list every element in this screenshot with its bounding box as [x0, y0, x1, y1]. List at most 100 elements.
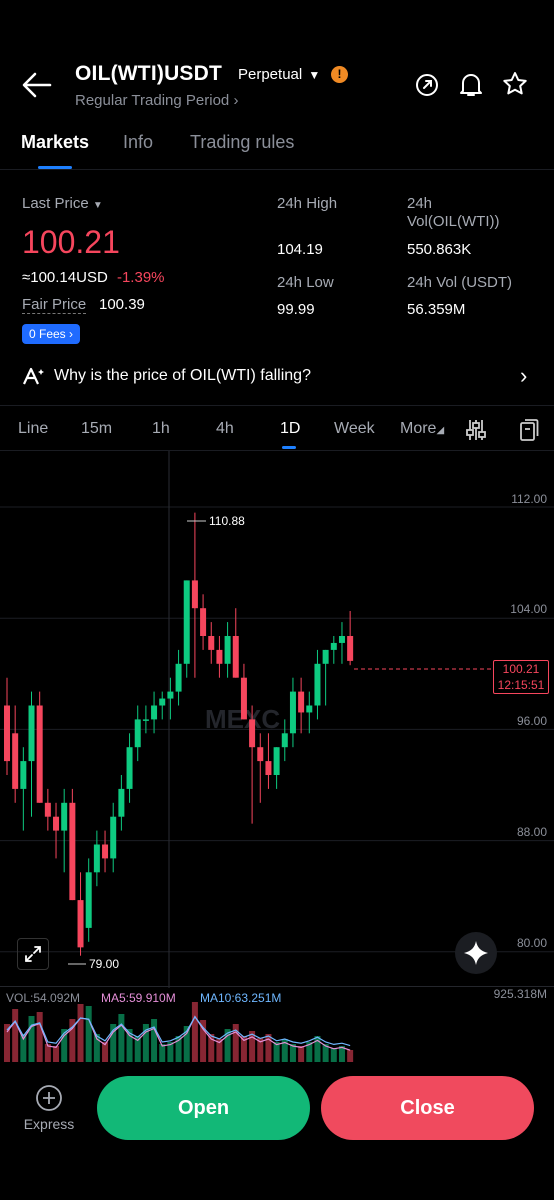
- low-marker-label: 79.00: [89, 957, 120, 971]
- candle-body: [53, 816, 60, 831]
- candle-body: [134, 719, 141, 748]
- warning-icon[interactable]: !: [331, 66, 348, 83]
- candle-body: [273, 747, 280, 775]
- volume-bar: [273, 1042, 280, 1064]
- contract-type-dropdown[interactable]: Perpetual ▼: [238, 66, 320, 83]
- candle-body: [69, 802, 76, 901]
- ai-assistant-button[interactable]: [455, 932, 497, 974]
- last-price-label: Last Price: [22, 195, 89, 212]
- volume-scale: 925.318M: [493, 987, 547, 1001]
- candle-body: [36, 705, 43, 803]
- bell-icon: [460, 74, 482, 96]
- tf-line[interactable]: Line: [18, 420, 48, 438]
- candle-body: [102, 844, 109, 859]
- candle-body: [347, 636, 354, 661]
- candle-body: [330, 642, 337, 650]
- tf-active-indicator: [282, 446, 296, 449]
- last-price-dropdown[interactable]: Last Price ▼: [22, 195, 103, 212]
- countdown-timer: 12:15:51: [497, 678, 545, 692]
- fair-price-value: 100.39: [99, 296, 145, 313]
- volume-bar: [159, 1044, 166, 1064]
- volume-bar: [118, 1014, 125, 1064]
- chevron-right-icon: ›: [520, 363, 528, 388]
- y-tick: 112.00: [511, 492, 547, 506]
- tf-4h[interactable]: 4h: [216, 420, 234, 438]
- chevron-right-icon: ›: [233, 92, 239, 109]
- alert-button[interactable]: [459, 72, 483, 98]
- y-tick: 96.00: [516, 714, 547, 728]
- tf-week[interactable]: Week: [334, 420, 375, 438]
- insight-text: Why is the price of OIL(WTI) falling?: [54, 367, 311, 384]
- candle-body: [175, 663, 182, 692]
- candle-body: [12, 733, 19, 789]
- vol-base-value: 550.863K: [407, 241, 472, 258]
- share-icon: [416, 74, 438, 96]
- chevron-right-icon: ›: [69, 327, 74, 341]
- price-insight-row[interactable]: Why is the price of OIL(WTI) falling? ›: [0, 356, 554, 396]
- fees-badge[interactable]: 0 Fees ›: [22, 324, 81, 344]
- tf-more[interactable]: More◢: [400, 420, 444, 438]
- usd-equivalent: ≈100.14USD -1.39%: [22, 269, 165, 286]
- price-chart-svg: MEXC: [0, 451, 554, 988]
- trading-period-label: Regular Trading Period: [75, 92, 230, 109]
- price-change: -1.39%: [116, 269, 165, 286]
- corner-triangle-icon: ◢: [436, 425, 445, 436]
- symbol-title[interactable]: OIL(WTI)USDT: [75, 62, 222, 86]
- candle-body: [61, 802, 68, 831]
- fees-badge-label: 0 Fees: [29, 327, 66, 341]
- candle-body: [289, 691, 296, 734]
- candlestick-chart[interactable]: MEXC 112.00 104.00 96.00 88.00 80.00 110…: [0, 451, 554, 991]
- candle-body: [200, 608, 207, 636]
- candle-body: [77, 900, 84, 948]
- candle-body: [257, 747, 264, 762]
- caret-down-icon: ▼: [308, 68, 321, 82]
- fair-price-label[interactable]: Fair Price: [22, 296, 87, 314]
- candle-body: [85, 872, 92, 928]
- express-button[interactable]: Express: [20, 1084, 78, 1132]
- current-price-tag-value: 100.21: [502, 662, 540, 676]
- fullscreen-button[interactable]: [17, 938, 49, 970]
- indicator-settings-icon: [466, 420, 486, 440]
- tf-1h[interactable]: 1h: [152, 420, 170, 438]
- candle-body: [183, 580, 190, 664]
- volume-chart: [4, 1002, 354, 1064]
- candle-body: [167, 691, 174, 699]
- candle-body: [4, 705, 10, 762]
- insight-divider: [0, 405, 554, 406]
- y-tick: 88.00: [516, 825, 547, 839]
- candle-body: [159, 698, 166, 706]
- candle-body: [216, 649, 223, 664]
- candle-body: [44, 802, 51, 817]
- back-button[interactable]: [22, 72, 52, 98]
- trading-period-link[interactable]: Regular Trading Period ›: [75, 92, 238, 109]
- candle-body: [224, 636, 231, 664]
- volume-bar: [12, 1009, 19, 1064]
- add-circle-icon: [36, 1085, 62, 1111]
- candle-body: [93, 844, 100, 873]
- candle-body: [306, 705, 313, 713]
- vol-quote-value: 56.359M: [407, 301, 466, 318]
- high-24h-value: 104.19: [277, 241, 323, 258]
- layout-icon: [520, 419, 539, 441]
- candle-body: [110, 816, 117, 859]
- tab-trading-rules[interactable]: Trading rules: [190, 132, 294, 153]
- candle-body: [298, 691, 305, 713]
- tab-info[interactable]: Info: [123, 132, 153, 153]
- indicator-settings-button[interactable]: [466, 418, 486, 442]
- tf-15m[interactable]: 15m: [81, 420, 112, 438]
- back-arrow-icon: [22, 72, 52, 98]
- tab-markets[interactable]: Markets: [21, 132, 89, 153]
- volume-bar: [85, 1006, 92, 1064]
- express-label: Express: [23, 1116, 75, 1132]
- share-button[interactable]: [415, 73, 439, 97]
- usd-unit: USD: [76, 269, 108, 286]
- candle-body: [338, 636, 345, 643]
- favorite-button[interactable]: [502, 71, 528, 97]
- tabs-divider: [0, 169, 554, 170]
- open-button[interactable]: Open: [97, 1076, 310, 1140]
- close-button[interactable]: Close: [321, 1076, 534, 1140]
- chart-layout-button[interactable]: [519, 418, 539, 442]
- tf-1d[interactable]: 1D: [280, 420, 300, 438]
- vol-quote-label: 24h Vol (USDT): [407, 274, 513, 291]
- low-24h-value: 99.99: [277, 301, 315, 318]
